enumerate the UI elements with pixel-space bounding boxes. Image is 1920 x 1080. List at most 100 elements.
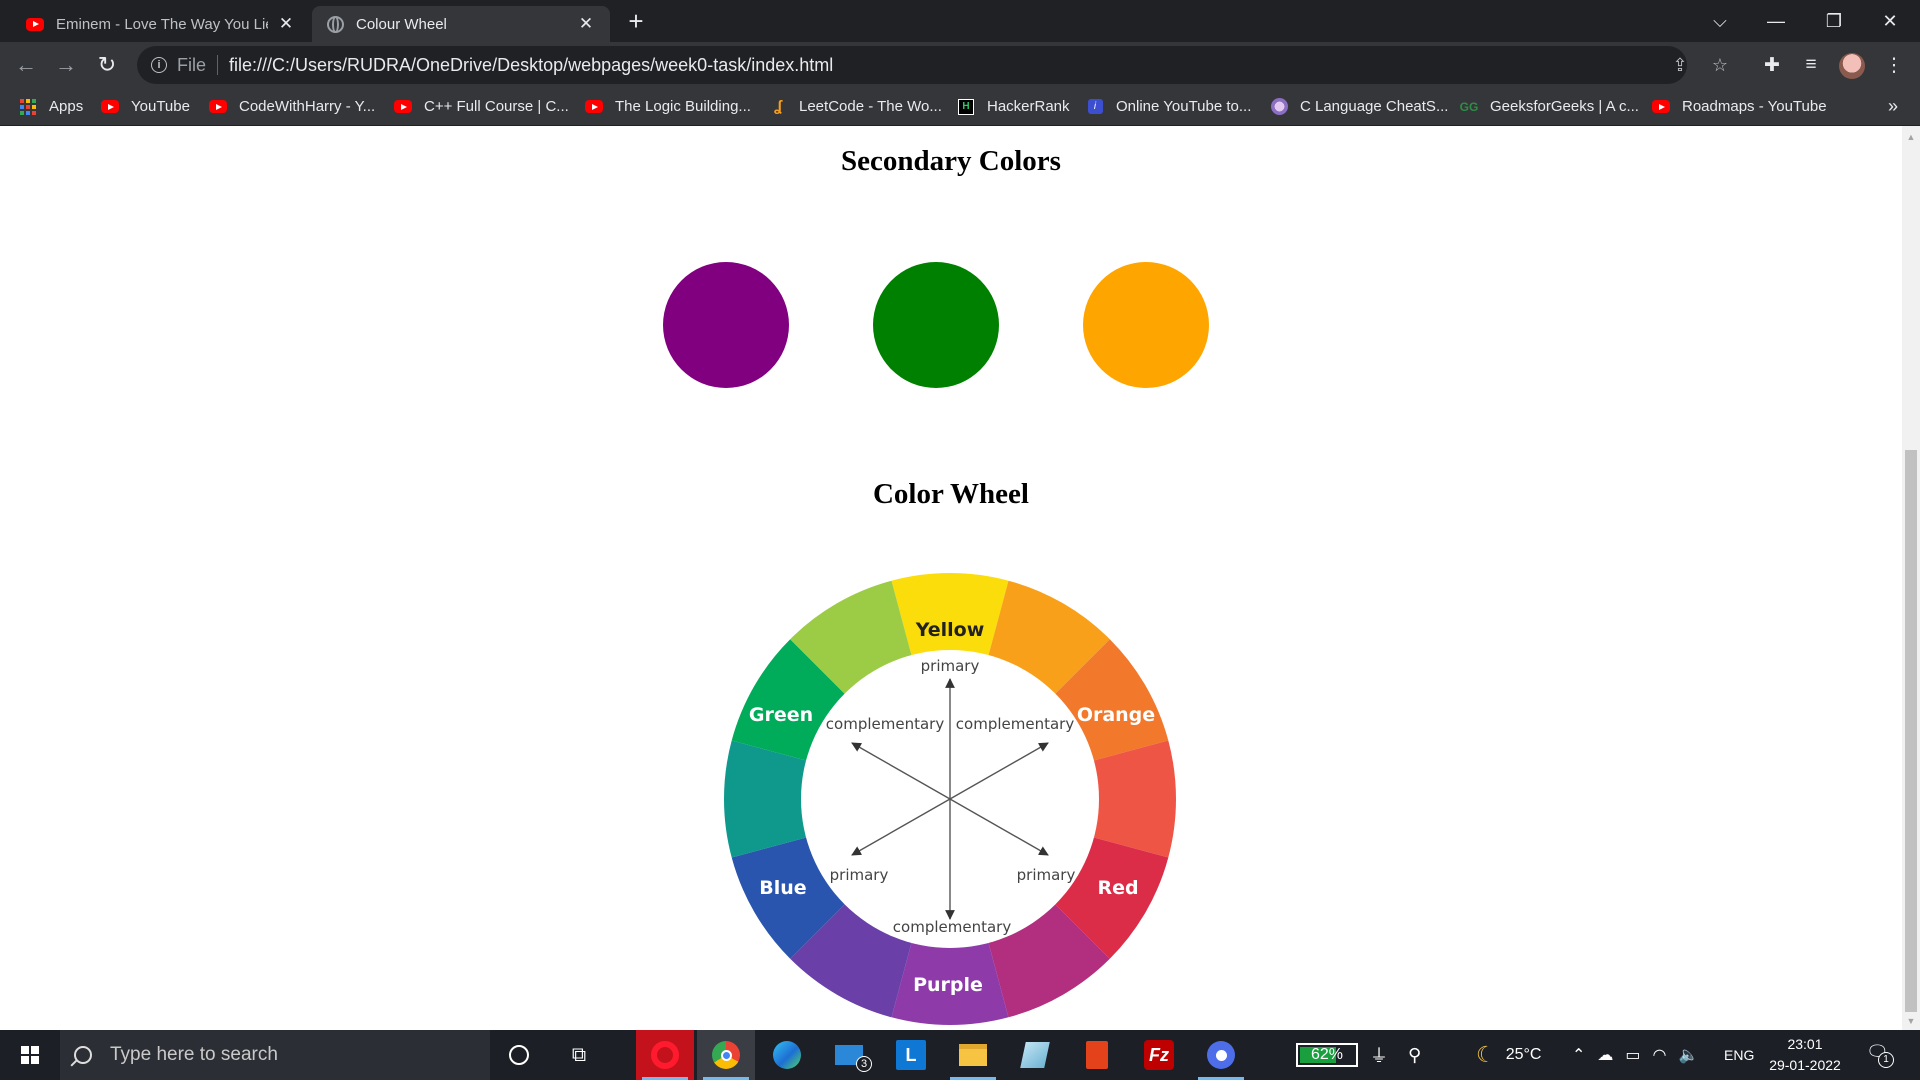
bookmark-youtube-converter[interactable]: i Online YouTube to...: [1086, 88, 1251, 125]
task-view-button[interactable]: ⧉: [550, 1030, 608, 1080]
bookmark-label: LeetCode - The Wo...: [799, 98, 942, 115]
bookmark-youtube[interactable]: YouTube: [101, 88, 190, 125]
segment-label-purple: Purple: [913, 974, 983, 996]
filezilla-app[interactable]: Fz: [1130, 1030, 1188, 1080]
display-icon[interactable]: ▭: [1625, 1045, 1640, 1065]
profile-avatar[interactable]: [1839, 53, 1865, 79]
people-button[interactable]: ⚲: [1408, 1030, 1421, 1080]
label-upper-right-complementary: complementary: [956, 715, 1075, 733]
scrollbar-thumb[interactable]: [1905, 450, 1917, 1012]
share-icon[interactable]: ⇪: [1669, 54, 1691, 76]
opera-app[interactable]: [636, 1030, 694, 1080]
bookmark-leetcode[interactable]: ʆ LeetCode - The Wo...: [769, 88, 942, 125]
chrome-dev-app[interactable]: [1192, 1030, 1250, 1080]
reload-button[interactable]: ↻: [91, 49, 123, 81]
youtube-icon: [101, 99, 119, 115]
wheel-segment: [1092, 740, 1176, 858]
reading-list-icon[interactable]: ≡: [1797, 51, 1825, 79]
bookmark-label: Online YouTube to...: [1116, 98, 1252, 115]
bookmark-roadmaps[interactable]: Roadmaps - YouTube: [1652, 88, 1827, 125]
label-upper-left-complementary: complementary: [826, 715, 945, 733]
info-icon[interactable]: i: [151, 57, 167, 73]
bookmark-label: Roadmaps - YouTube: [1682, 98, 1827, 115]
segment-label-yellow: Yellow: [915, 619, 985, 641]
more-bookmarks-button[interactable]: »: [1888, 88, 1898, 125]
bookmark-label: GeeksforGeeks | A c...: [1490, 98, 1639, 115]
tab-strip: Eminem - Love The Way You Lie ( ✕ Colour…: [0, 0, 1920, 42]
forward-button[interactable]: →: [50, 49, 82, 81]
restore-button[interactable]: ❐: [1806, 0, 1862, 42]
label-top-primary: primary: [921, 657, 980, 675]
edge-app[interactable]: [758, 1030, 816, 1080]
bookmark-star-icon[interactable]: ☆: [1709, 54, 1731, 76]
bookmark-apps[interactable]: Apps: [19, 88, 83, 125]
geeksforgeeks-icon: GG: [1459, 99, 1479, 114]
battery-icon: 62%: [1296, 1043, 1358, 1067]
minimize-button[interactable]: —: [1748, 0, 1804, 42]
folder-icon: [959, 1044, 987, 1066]
browser-toolbar: ← → ↻ i File file:///C:/Users/RUDRA/OneD…: [0, 42, 1920, 88]
onedrive-cloud-icon[interactable]: ☁: [1597, 1045, 1613, 1065]
label-lower-right-primary: primary: [1017, 866, 1076, 884]
bookmark-c-cheatsheet[interactable]: C Language CheatS...: [1270, 88, 1448, 125]
page-scrollbar[interactable]: ▲ ▼: [1902, 126, 1920, 1030]
segment-label-green: Green: [749, 704, 813, 726]
back-button[interactable]: ←: [10, 49, 42, 81]
tab-youtube[interactable]: Eminem - Love The Way You Lie ( ✕: [12, 6, 310, 42]
scroll-up-arrow[interactable]: ▲: [1902, 128, 1920, 145]
language-indicator[interactable]: ENG: [1724, 1030, 1754, 1080]
charging-plug-icon: ⏚: [1370, 1046, 1388, 1066]
weather-widget[interactable]: ☾ 25°C: [1476, 1030, 1541, 1080]
cortana-icon: [509, 1045, 529, 1065]
extensions-icon[interactable]: ✚: [1758, 51, 1786, 79]
address-bar[interactable]: i File file:///C:/Users/RUDRA/OneDrive/D…: [137, 46, 1728, 84]
bookmark-cpp-course[interactable]: C++ Full Course | C...: [394, 88, 569, 125]
battery-percent: 62%: [1310, 1046, 1344, 1063]
bookmark-label: C++ Full Course | C...: [424, 98, 569, 115]
moon-cloud-icon: ☾: [1476, 1042, 1496, 1067]
wifi-icon[interactable]: ◠: [1653, 1045, 1667, 1065]
start-button[interactable]: [0, 1030, 60, 1080]
bookmark-hackerrank[interactable]: H HackerRank: [957, 88, 1070, 125]
purple-circle: [663, 262, 789, 388]
chrome-app[interactable]: [697, 1030, 755, 1080]
bookmark-label: C Language CheatS...: [1300, 98, 1449, 115]
youtube-icon: [394, 99, 412, 115]
show-hidden-icons-chevron-icon[interactable]: ⌃: [1572, 1045, 1585, 1065]
url-text[interactable]: file:///C:/Users/RUDRA/OneDrive/Desktop/…: [229, 55, 833, 76]
bookmarks-bar: Apps YouTube CodeWithHarry - Y... C++ Fu…: [0, 88, 1920, 126]
notes-app[interactable]: [1006, 1030, 1064, 1080]
bookmark-logic-building[interactable]: The Logic Building...: [585, 88, 751, 125]
new-tab-button[interactable]: +: [622, 6, 650, 36]
close-tab-icon[interactable]: ✕: [576, 14, 596, 34]
taskbar-search-box[interactable]: Type here to search: [60, 1030, 490, 1080]
battery-indicator[interactable]: 62% ⏚: [1296, 1030, 1388, 1080]
clock-time: 23:01: [1787, 1036, 1823, 1052]
action-center-button[interactable]: 🗨 1: [1866, 1042, 1894, 1068]
bookmark-codewithharry[interactable]: CodeWithHarry - Y...: [209, 88, 375, 125]
office-app[interactable]: [1068, 1030, 1126, 1080]
hackerrank-icon: H: [957, 98, 975, 115]
bookmark-geeksforgeeks[interactable]: GG GeeksforGeeks | A c...: [1460, 88, 1639, 125]
tab-colour-wheel[interactable]: Colour Wheel ✕: [312, 6, 610, 42]
close-window-button[interactable]: ✕: [1862, 0, 1918, 42]
converter-icon: i: [1086, 99, 1104, 115]
scroll-down-arrow[interactable]: ▼: [1902, 1012, 1920, 1029]
cheatsheet-icon: [1270, 98, 1288, 115]
tab-title: Colour Wheel: [356, 15, 447, 33]
menu-icon[interactable]: ⋮: [1880, 51, 1908, 79]
people-icon: ⚲: [1408, 1044, 1422, 1065]
search-icon: [74, 1046, 92, 1064]
l-app-icon: L: [896, 1040, 926, 1070]
mail-app[interactable]: 3: [820, 1030, 878, 1080]
segment-label-blue: Blue: [759, 877, 806, 899]
volume-icon[interactable]: 🔈: [1679, 1045, 1699, 1065]
temperature: 25°C: [1505, 1046, 1542, 1063]
close-tab-icon[interactable]: ✕: [276, 14, 296, 34]
file-explorer-app[interactable]: [944, 1030, 1002, 1080]
cortana-button[interactable]: [490, 1030, 548, 1080]
clock[interactable]: 23:01 29-01-2022: [1760, 1034, 1850, 1076]
l-app[interactable]: L: [882, 1030, 940, 1080]
tab-search-button[interactable]: ⌵: [1692, 0, 1748, 42]
edge-icon: [773, 1041, 801, 1069]
